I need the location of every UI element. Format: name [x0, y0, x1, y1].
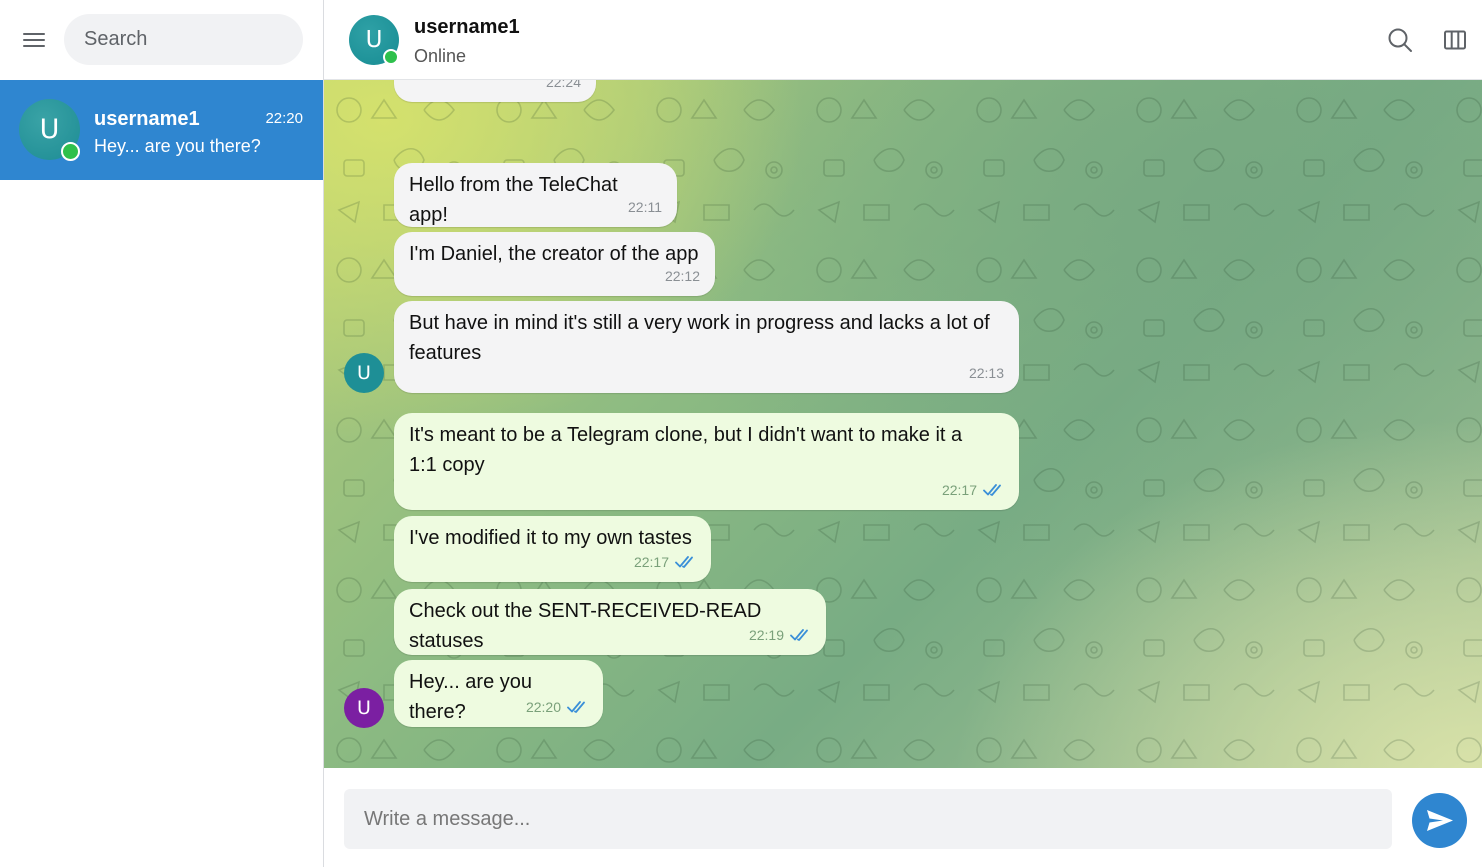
contact-status: Online [414, 46, 467, 66]
message-time: 22:17 [633, 554, 669, 570]
message-input[interactable] [344, 789, 1392, 849]
message-area[interactable]: 22:24 Hello from the TeleChat app! 22:11… [324, 80, 1482, 768]
sidebar-header [0, 0, 323, 80]
columns-icon[interactable] [1441, 26, 1469, 54]
online-indicator [383, 49, 399, 65]
chat-list-sidebar: U username1 22:20 Hey... are you there? [0, 0, 324, 867]
message-bubble[interactable]: Hello from the TeleChat app! 22:11 [394, 163, 677, 227]
message-time: 22:13 [968, 365, 1004, 381]
chat-header: U username1 Online [324, 0, 1482, 80]
read-checkmark-icon [567, 701, 585, 713]
message-time: 22:11 [628, 199, 662, 215]
read-checkmark-icon [790, 629, 808, 641]
message-bubble[interactable]: Check out the SENT-RECEIVED-READ statuse… [394, 589, 826, 655]
message-text: Hello from the TeleChat app! [409, 174, 618, 226]
sender-avatar[interactable]: U [344, 353, 384, 393]
message-time: 22:17 [941, 482, 977, 498]
message-time: 22:24 [545, 80, 581, 90]
message-time: 22:20 [525, 699, 561, 715]
send-icon [1427, 810, 1453, 831]
online-indicator [61, 142, 80, 161]
read-checkmark-icon [983, 484, 1001, 496]
message-text: But have in mind it's still a very work … [409, 312, 990, 364]
chat-list-item[interactable]: U username1 22:20 Hey... are you there? [0, 80, 323, 180]
message-bubble[interactable]: I've modified it to my own tastes 22:17 [394, 516, 711, 582]
message-bubble[interactable]: It's meant to be a Telegram clone, but I… [394, 413, 1019, 510]
message-composer [324, 768, 1482, 867]
message-bubble[interactable]: But have in mind it's still a very work … [394, 301, 1019, 393]
message-time: 22:12 [664, 268, 700, 284]
sender-avatar[interactable]: U [344, 688, 384, 728]
message-text: It's meant to be a Telegram clone, but I… [409, 424, 963, 476]
search-icon[interactable] [1386, 26, 1414, 54]
message-bubble[interactable]: 22:24 [394, 80, 596, 102]
send-button[interactable] [1412, 793, 1467, 848]
message-bubble[interactable]: I'm Daniel, the creator of the app 22:12 [394, 232, 715, 296]
search-input[interactable] [64, 14, 303, 65]
hamburger-menu-icon[interactable] [18, 25, 50, 55]
chat-preview: Hey... are you there? [94, 136, 261, 156]
chat-time: 22:20 [265, 110, 303, 127]
message-time: 22:19 [748, 627, 784, 643]
message-bubble[interactable]: Hey... are you there? 22:20 [394, 660, 603, 727]
read-checkmark-icon [675, 556, 693, 568]
chat-name: username1 [94, 108, 200, 130]
contact-name[interactable]: username1 [414, 16, 520, 39]
chat-panel: U username1 Online 22:24 Hello from the … [324, 0, 1482, 867]
message-text: I'm Daniel, the creator of the app [409, 243, 699, 265]
